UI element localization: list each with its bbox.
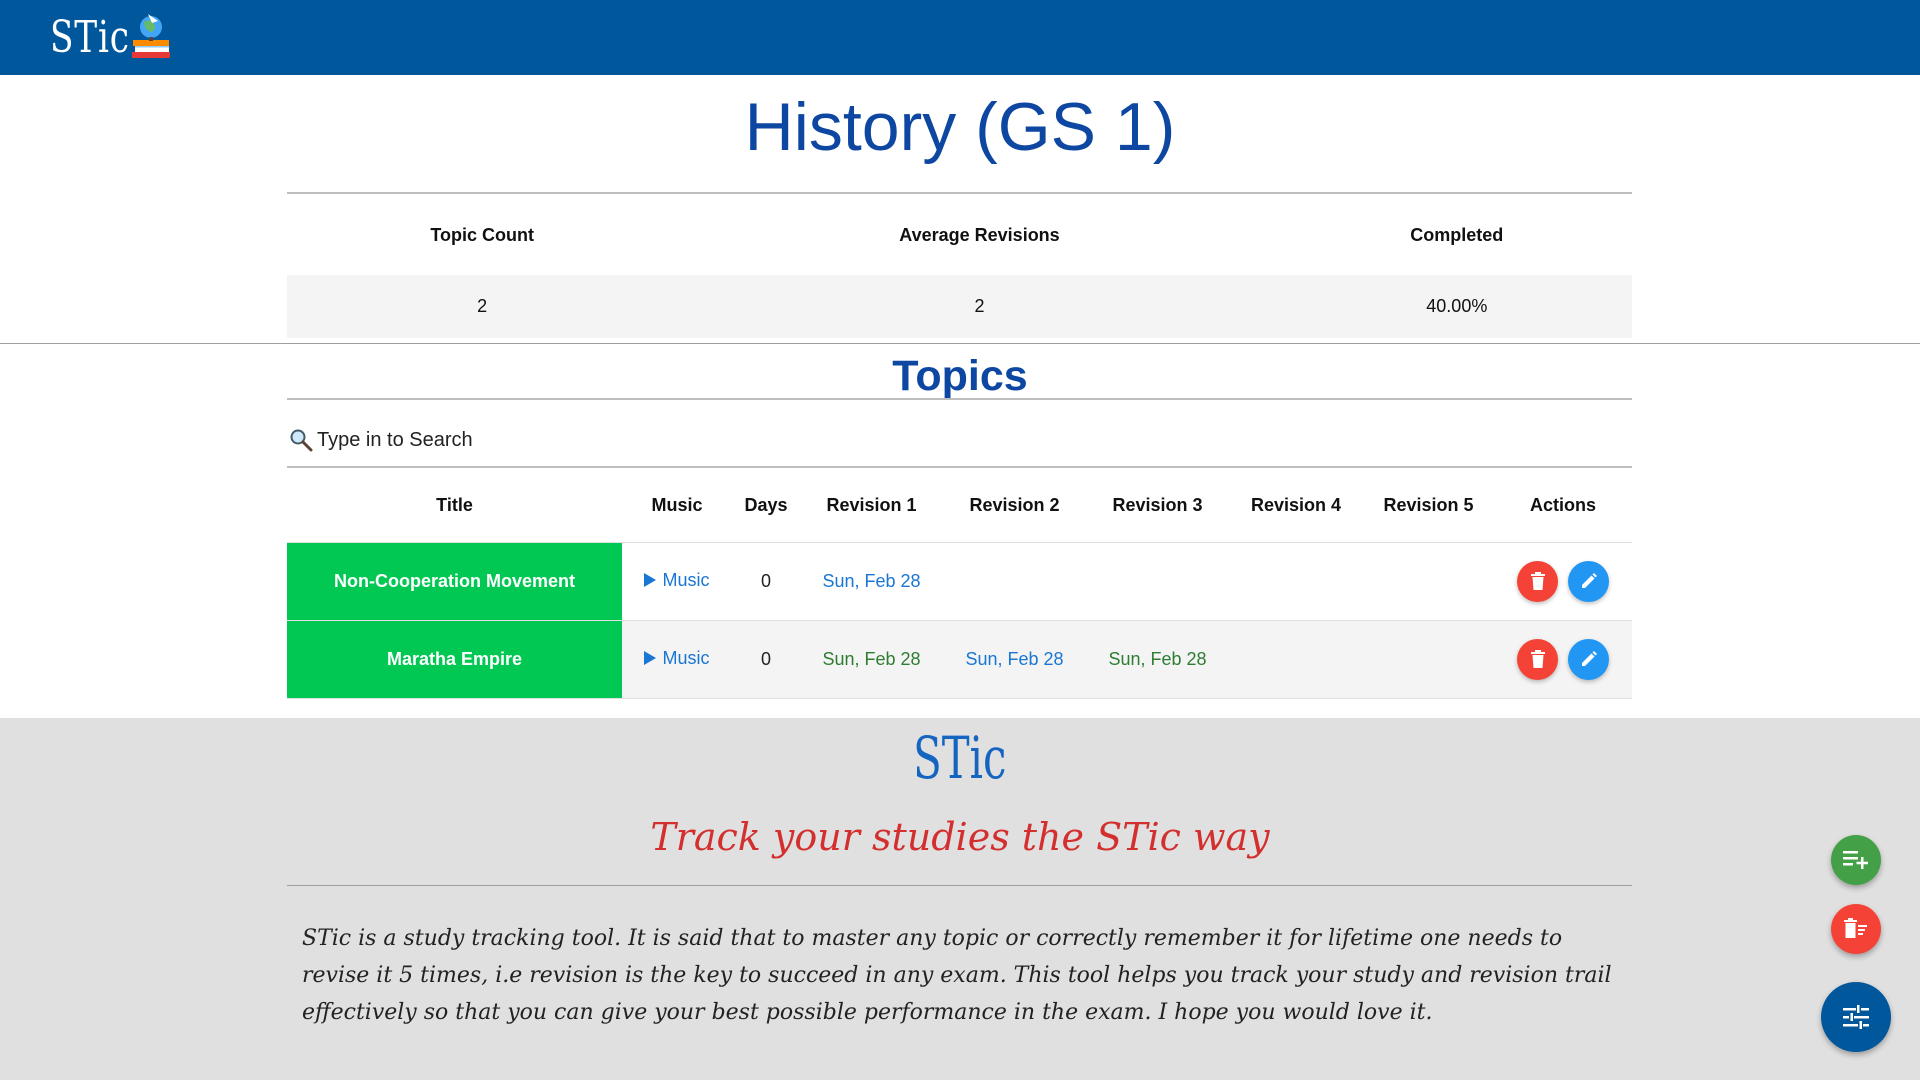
actions-cell [1494,542,1632,621]
revision-5-cell [1363,620,1494,699]
stats-table: Topic Count Average Revisions Completed … [287,195,1632,338]
topic-title[interactable]: Maratha Empire [287,620,622,699]
tune-icon [1843,1005,1869,1029]
revision-1-cell: Sun, Feb 28 [800,620,943,699]
trash-icon [1530,650,1545,668]
playlist-add-icon [1843,851,1868,869]
stats-completed: 40.00% [1281,275,1632,338]
revision-2-cell [943,542,1086,621]
edit-topic-button[interactable] [1568,560,1609,602]
revision-3-cell: Sun, Feb 28 [1086,620,1229,699]
table-row: Non-Cooperation Movement Music 0 Sun, Fe… [287,542,1632,621]
edit-topic-button[interactable] [1568,638,1609,680]
trash-icon [1530,572,1545,590]
topics-heading-divider [287,398,1632,400]
search-icon [290,429,313,452]
music-label: Music [662,569,710,590]
stats-average-revisions: 2 [677,275,1282,338]
music-cell: Music [622,620,732,699]
search-divider [287,466,1632,468]
footer: STic Track your studies the STic way STi… [0,718,1920,1080]
revision-2-cell[interactable]: Sun, Feb 28 [943,620,1086,699]
revision-5-cell [1363,542,1494,621]
column-header-revision-5[interactable]: Revision 5 [1363,470,1494,543]
footer-tagline: Track your studies the STic way [650,815,1270,859]
delete-sweep-icon [1844,918,1867,938]
pencil-icon [1581,573,1597,588]
stats-header-topic-count: Topic Count [430,224,534,245]
column-header-title[interactable]: Title [287,470,622,543]
music-cell: Music [622,542,732,621]
stats-header-average-revisions: Average Revisions [899,224,1060,245]
column-header-revision-3[interactable]: Revision 3 [1086,470,1229,543]
column-header-revision-2[interactable]: Revision 2 [943,470,1086,543]
column-header-revision-4[interactable]: Revision 4 [1229,470,1363,543]
revision-4-cell [1229,542,1363,621]
brand-name: STic [50,12,130,63]
title-divider [287,192,1632,194]
topic-title[interactable]: Non-Cooperation Movement [287,542,622,621]
pencil-icon [1581,651,1597,666]
brand-link[interactable]: STic [50,12,178,64]
footer-brand-text: STic [913,724,1007,792]
footer-brand: STic [0,724,1920,792]
music-link[interactable]: Music [644,569,710,591]
search-input[interactable] [317,428,717,452]
topics-table: Title Music Days Revision 1 Revision 2 R… [287,470,1632,699]
topics-heading: Topics [892,352,1028,400]
footer-divider [287,885,1632,886]
column-header-revision-1[interactable]: Revision 1 [800,470,943,543]
table-row: Maratha Empire Music 0 Sun, Feb 28 Sun, … [287,620,1632,699]
delete-topic-button[interactable] [1517,560,1558,602]
revision-3-cell [1086,542,1229,621]
actions-cell [1494,620,1632,699]
search-bar [289,425,717,455]
revision-1-cell[interactable]: Sun, Feb 28 [800,542,943,621]
stats-topic-count: 2 [287,275,678,338]
page-title: History (GS 1) [744,89,1176,165]
music-label: Music [662,647,710,668]
menu-fab-button[interactable] [1821,982,1891,1052]
music-link[interactable]: Music [644,647,710,669]
delete-all-button[interactable] [1831,904,1881,954]
section-divider [0,343,1920,344]
top-navbar: STic [0,0,1920,75]
column-header-days[interactable]: Days [732,470,800,543]
add-topic-button[interactable] [1831,835,1881,885]
play-icon [644,573,657,588]
play-icon [644,651,657,666]
revision-4-cell [1229,620,1363,699]
days-cell: 0 [732,542,800,621]
column-header-music[interactable]: Music [622,470,732,543]
days-cell: 0 [732,620,800,699]
footer-about-text: STic is a study tracking tool. It is sai… [302,926,1612,1025]
column-header-actions: Actions [1494,470,1632,543]
stats-header-completed: Completed [1410,224,1504,245]
delete-topic-button[interactable] [1517,638,1558,680]
study-globe-books-icon [132,13,170,58]
